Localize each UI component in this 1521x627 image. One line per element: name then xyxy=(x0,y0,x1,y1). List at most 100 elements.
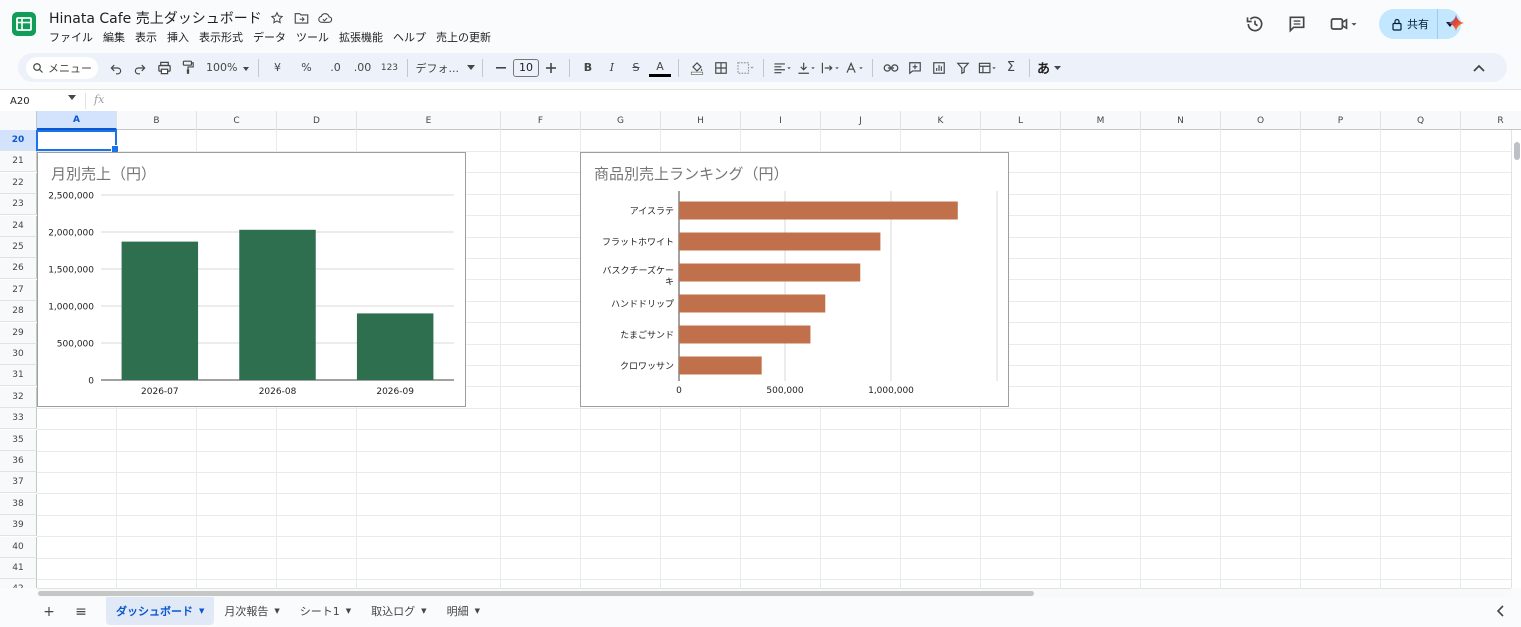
bar-クロワッサン[interactable] xyxy=(679,356,762,375)
chevron-down-icon[interactable]: ▼ xyxy=(274,607,279,615)
sheet-tab[interactable]: シート1 ▼ xyxy=(290,597,361,625)
gemini-icon[interactable] xyxy=(1447,14,1465,32)
borders-icon[interactable] xyxy=(710,57,732,79)
insert-comment-icon[interactable] xyxy=(904,57,926,79)
bar-2026-09[interactable] xyxy=(356,313,434,380)
sheet-tab[interactable]: 明細 ▼ xyxy=(437,597,490,625)
row-header-28[interactable]: 28 xyxy=(0,301,37,323)
row-header-20[interactable]: 20 xyxy=(0,130,37,151)
menu-file[interactable]: ファイル xyxy=(49,29,98,45)
row-header-27[interactable]: 27 xyxy=(0,279,37,301)
star-icon[interactable] xyxy=(268,9,286,27)
chevron-down-icon[interactable]: ▼ xyxy=(475,607,480,615)
monthly-sales-chart[interactable]: 月別売上（円） 0 500,000 1,000,000 1,500,000 2,000,… xyxy=(37,152,466,407)
menu-insert[interactable]: 挿入 xyxy=(162,29,194,45)
font-size-increase-icon[interactable] xyxy=(540,57,562,79)
row-header-38[interactable]: 38 xyxy=(0,493,37,515)
collapse-toolbar-icon[interactable] xyxy=(1468,57,1490,79)
vertical-scroll-thumb[interactable] xyxy=(1514,142,1520,160)
column-header-l[interactable]: L xyxy=(981,111,1061,130)
spreadsheet-grid[interactable]: ABCDEFGHIJKLMNOPQR 20 21 22 23 24 25 26 27 28 29 3… xyxy=(0,111,1521,588)
zoom-select[interactable]: 100% xyxy=(206,57,251,79)
horizontal-scrollbar[interactable] xyxy=(37,588,1511,597)
chevron-down-icon[interactable]: ▼ xyxy=(421,607,426,615)
increase-decimal-button[interactable]: .00 xyxy=(351,57,373,79)
italic-button[interactable]: I xyxy=(601,57,623,79)
name-box[interactable]: A20 xyxy=(4,92,80,110)
menu-data[interactable]: データ xyxy=(248,29,291,45)
menu-tools[interactable]: ツール xyxy=(291,29,334,45)
menu-extensions[interactable]: 拡張機能 xyxy=(334,29,388,45)
active-cell[interactable] xyxy=(36,130,119,153)
menu-search[interactable]: メニュー xyxy=(26,56,98,79)
product-ranking-chart[interactable]: 商品別売上ランキング（円） 0 500,000 1,000,000 アイスラテ フラット… xyxy=(580,152,1009,407)
text-rotation-icon[interactable] xyxy=(843,57,865,79)
row-header-23[interactable]: 23 xyxy=(0,194,37,216)
column-header-j[interactable]: J xyxy=(821,111,901,130)
column-header-i[interactable]: I xyxy=(741,111,821,130)
insert-link-icon[interactable] xyxy=(880,57,902,79)
chevron-left-icon[interactable] xyxy=(1496,605,1505,620)
row-header-39[interactable]: 39 xyxy=(0,515,37,537)
font-size-decrease-icon[interactable] xyxy=(490,57,512,79)
document-title[interactable]: Hinata Cafe 売上ダッシュボード xyxy=(49,8,262,28)
column-header-p[interactable]: P xyxy=(1301,111,1381,130)
menu-update-sales[interactable]: 売上の更新 xyxy=(431,29,496,45)
column-header-e[interactable]: E xyxy=(357,111,501,130)
filter-views-icon[interactable] xyxy=(976,57,998,79)
vertical-align-icon[interactable] xyxy=(795,57,817,79)
row-header-26[interactable]: 26 xyxy=(0,258,37,280)
menu-view[interactable]: 表示 xyxy=(130,29,162,45)
cloud-status-icon[interactable] xyxy=(316,9,334,27)
redo-icon[interactable] xyxy=(129,57,151,79)
merge-cells-icon[interactable] xyxy=(734,57,756,79)
bar-2026-07[interactable] xyxy=(121,241,199,380)
paint-format-icon[interactable] xyxy=(177,57,199,79)
number-format-button[interactable]: 123 xyxy=(378,57,400,79)
row-header-40[interactable]: 40 xyxy=(0,536,37,558)
column-header-n[interactable]: N xyxy=(1141,111,1221,130)
column-header-a[interactable]: A xyxy=(37,111,117,130)
filter-icon[interactable] xyxy=(952,57,974,79)
column-header-b[interactable]: B xyxy=(117,111,197,130)
menu-edit[interactable]: 編集 xyxy=(98,29,130,45)
row-header-41[interactable]: 41 xyxy=(0,558,37,579)
horizontal-align-icon[interactable] xyxy=(771,57,793,79)
strikethrough-button[interactable]: S xyxy=(625,57,647,79)
input-tools-button[interactable]: あ xyxy=(1037,57,1062,79)
column-header-h[interactable]: H xyxy=(661,111,741,130)
column-header-g[interactable]: G xyxy=(581,111,661,130)
row-header-24[interactable]: 24 xyxy=(0,215,37,237)
row-header-30[interactable]: 30 xyxy=(0,344,37,365)
select-all-corner[interactable] xyxy=(0,111,37,130)
column-header-m[interactable]: M xyxy=(1061,111,1141,130)
chevron-down-icon[interactable]: ▼ xyxy=(199,607,204,615)
insert-chart-icon[interactable] xyxy=(928,57,950,79)
bar-フラットホワイト[interactable] xyxy=(679,232,881,251)
font-family-select[interactable]: デフォ... xyxy=(415,57,475,79)
row-header-32[interactable]: 32 xyxy=(0,386,37,408)
row-header-31[interactable]: 31 xyxy=(0,365,37,387)
row-header-29[interactable]: 29 xyxy=(0,322,37,344)
bar-2026-08[interactable] xyxy=(239,229,316,380)
undo-icon[interactable] xyxy=(105,57,127,79)
decrease-decimal-button[interactable]: .0 xyxy=(324,57,346,79)
menu-help[interactable]: ヘルプ xyxy=(388,29,431,45)
column-header-d[interactable]: D xyxy=(277,111,357,130)
column-header-r[interactable]: R xyxy=(1461,111,1521,130)
bold-button[interactable]: B xyxy=(577,57,599,79)
bar-アイスラテ[interactable] xyxy=(679,201,958,220)
format-percent-button[interactable]: % xyxy=(295,57,317,79)
sheet-tab[interactable]: ダッシュボード ▼ xyxy=(106,597,215,625)
sheet-tab[interactable]: 月次報告 ▼ xyxy=(214,597,289,625)
format-currency-button[interactable]: ¥ xyxy=(266,57,288,79)
row-header-37[interactable]: 37 xyxy=(0,472,37,494)
comments-icon[interactable] xyxy=(1285,12,1309,36)
row-header-21[interactable]: 21 xyxy=(0,151,37,173)
chevron-down-icon[interactable]: ▼ xyxy=(346,607,351,615)
sheet-tab[interactable]: 取込ログ ▼ xyxy=(361,597,436,625)
column-header-c[interactable]: C xyxy=(197,111,277,130)
column-header-k[interactable]: K xyxy=(901,111,981,130)
bar-たまごサンド[interactable] xyxy=(679,325,811,344)
horizontal-scroll-thumb[interactable] xyxy=(38,591,1034,596)
